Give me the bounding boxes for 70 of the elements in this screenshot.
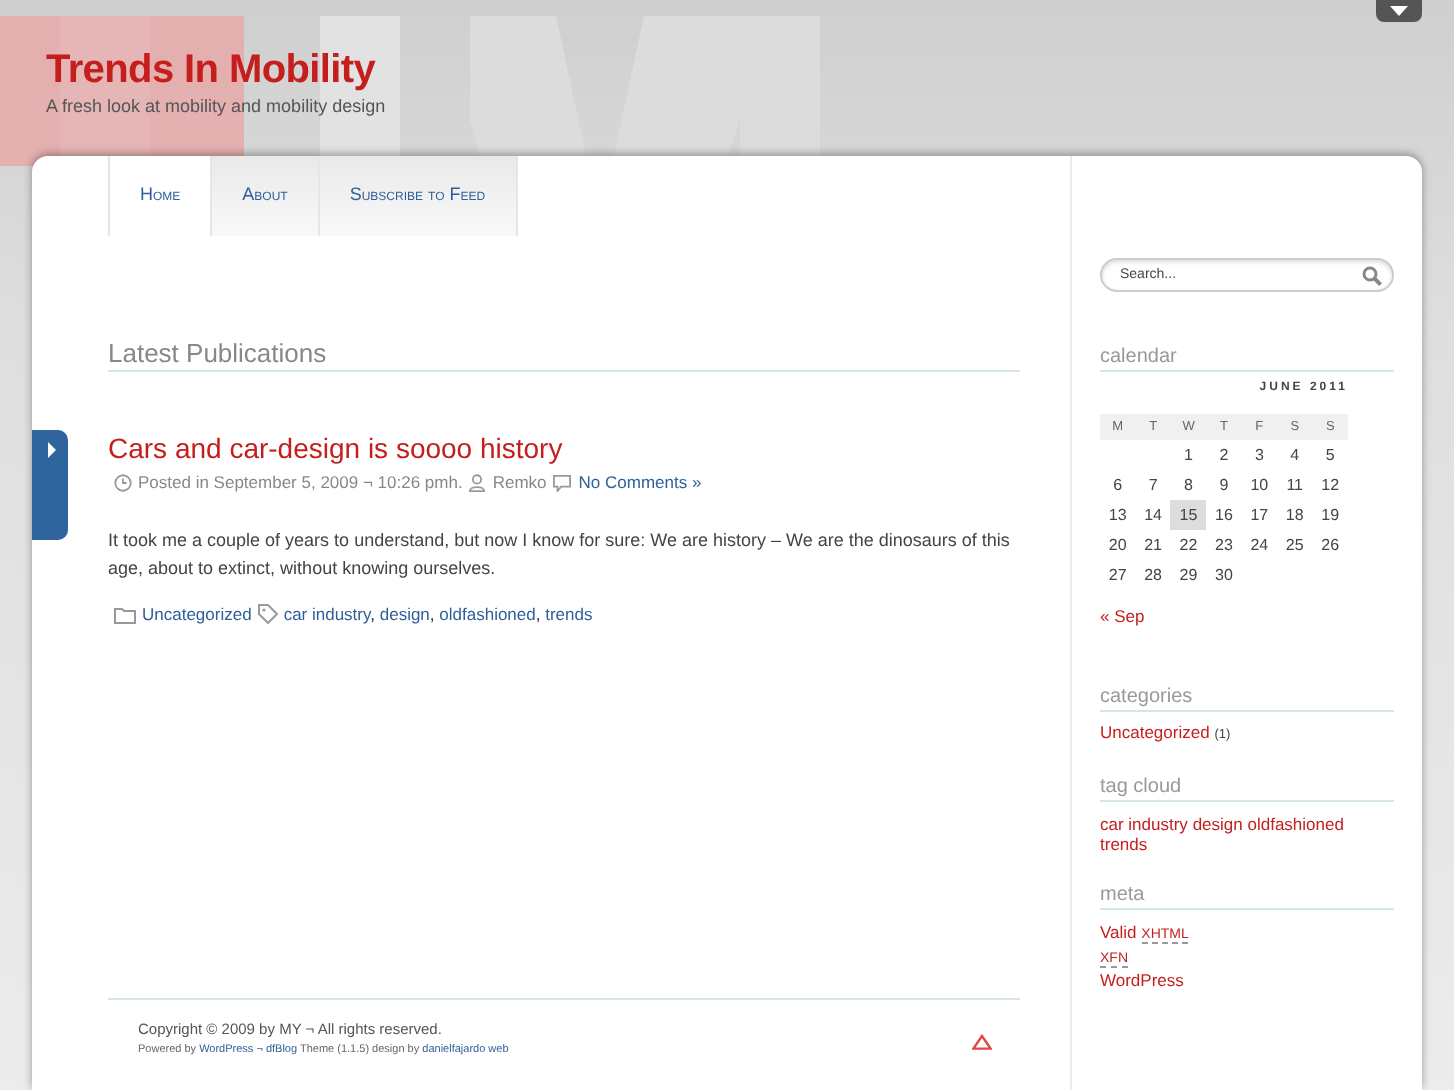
site-title[interactable]: Trends In Mobility: [46, 44, 1454, 96]
calendar-day: 1: [1170, 440, 1207, 470]
calendar-day: 14: [1135, 500, 1171, 530]
calendar-day: 27: [1100, 560, 1136, 590]
post-date: Posted in September 5, 2009 ¬ 10:26 pmh.: [138, 470, 463, 496]
calendar-day: 26: [1312, 530, 1348, 560]
calendar-day: 19: [1312, 500, 1348, 530]
side-tab[interactable]: [32, 430, 68, 540]
folder-icon: [114, 605, 136, 624]
section-heading: Latest Publications: [108, 338, 1020, 372]
calendar-day: 15: [1170, 500, 1207, 530]
category-link[interactable]: Uncategorized: [142, 601, 252, 627]
calendar-day: 3: [1241, 440, 1278, 470]
calendar-day: 22: [1170, 530, 1207, 560]
calendar-day: 13: [1100, 500, 1136, 530]
calendar-day: 12: [1312, 470, 1348, 500]
calendar-day: 23: [1206, 530, 1242, 560]
calendar-day: 7: [1135, 470, 1171, 500]
meta-link[interactable]: Valid: [1100, 922, 1137, 942]
calendar-day: 21: [1135, 530, 1171, 560]
widget-heading: tag cloud: [1100, 776, 1394, 802]
calendar-day: 25: [1277, 530, 1313, 560]
calendar-day: 8: [1170, 470, 1207, 500]
calendar-day: 24: [1241, 530, 1278, 560]
comments-link[interactable]: No Comments »: [578, 470, 702, 496]
calendar-day: 29: [1170, 560, 1207, 590]
calendar-day: 30: [1206, 560, 1242, 590]
nav-tab[interactable]: Home: [108, 156, 211, 236]
post-author: Remko: [492, 470, 547, 496]
tag-icon: [257, 604, 278, 625]
tag-link[interactable]: design: [379, 603, 430, 624]
person-icon: [468, 473, 487, 492]
meta-link[interactable]: WordPress: [1100, 970, 1184, 990]
nav-tab[interactable]: Subscribe to Feed: [317, 156, 518, 236]
widget-heading: meta: [1100, 884, 1394, 910]
calendar-day: 5: [1312, 440, 1348, 470]
calendar-day: 9: [1206, 470, 1242, 500]
tag-cloud-link[interactable]: oldfashioned: [1247, 814, 1344, 834]
widget-heading: categories: [1100, 686, 1394, 712]
calendar-day: 11: [1277, 470, 1313, 500]
category-link[interactable]: Uncategorized: [1100, 722, 1210, 742]
dropdown-tab[interactable]: [1376, 0, 1422, 22]
tag-link[interactable]: oldfashioned: [439, 603, 536, 624]
tag-link[interactable]: trends: [545, 603, 593, 624]
tag-cloud-link[interactable]: car industry: [1100, 814, 1188, 834]
calendar-day: 18: [1277, 500, 1313, 530]
calendar-day: 17: [1241, 500, 1278, 530]
calendar-day: 6: [1100, 470, 1136, 500]
calendar-day: 28: [1135, 560, 1171, 590]
previous-month-link[interactable]: « Sep: [1100, 606, 1145, 626]
clock-icon: [114, 473, 132, 492]
calendar-day: 4: [1277, 440, 1313, 470]
calendar-day: 10: [1241, 470, 1278, 500]
speech-bubble-icon: [552, 473, 573, 492]
tag-cloud-link[interactable]: design: [1192, 814, 1243, 834]
post-title[interactable]: Cars and car-design is soooo history: [108, 432, 563, 466]
calendar-day: 2: [1206, 440, 1242, 470]
tag-list: car industry, design, oldfashioned, trends: [283, 601, 593, 627]
caret-icon: [1390, 6, 1408, 16]
tag-link[interactable]: car industry: [283, 603, 371, 624]
triangle-up-icon[interactable]: [972, 1034, 992, 1050]
chevron-icon: [45, 442, 55, 458]
calendar-day: 16: [1206, 500, 1242, 530]
search-icon[interactable]: [1362, 266, 1382, 286]
widget-heading: calendar: [1100, 346, 1394, 372]
site-tagline: A fresh look at mobility and mobility design: [46, 96, 388, 118]
post-body: It took me a couple of years to understand, but now I know for sure: We are history – We are the dinosaurs of this age, about to extinct, without knowing ourselves.: [108, 527, 1012, 582]
tag-cloud-link[interactable]: trends: [1100, 834, 1148, 854]
nav-tab[interactable]: About: [210, 156, 318, 236]
calendar-day: 20: [1100, 530, 1136, 560]
